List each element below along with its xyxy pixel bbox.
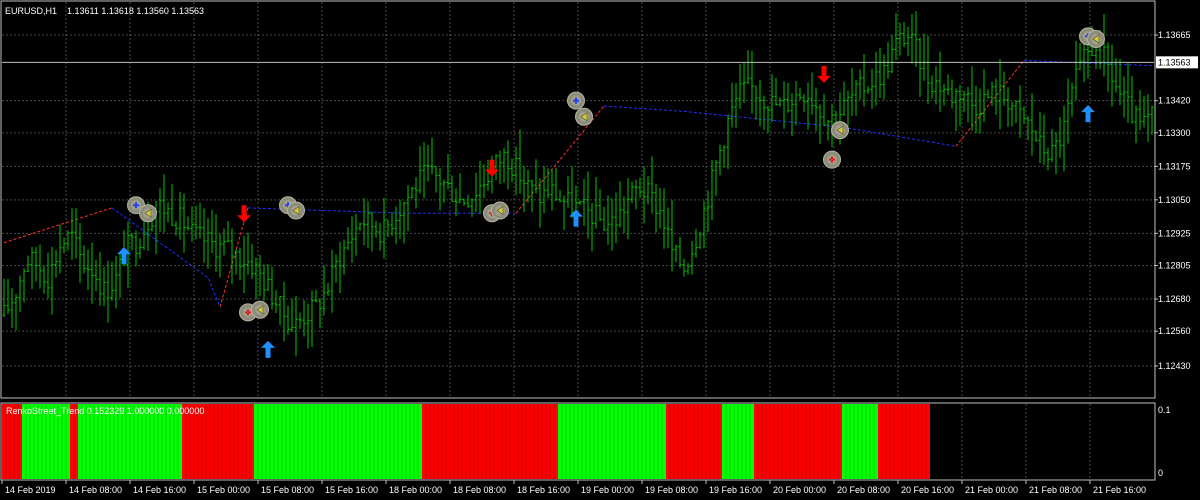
x-tick-label: 21 Feb 16:00	[1093, 485, 1146, 495]
x-tick-label: 20 Feb 08:00	[837, 485, 890, 495]
y-tick-label: 1.12560	[1158, 326, 1191, 336]
y-tick-label: 1.13665	[1158, 30, 1191, 40]
x-tick-label: 20 Feb 00:00	[773, 485, 826, 495]
trend-block-bull	[842, 404, 878, 479]
trend-block-bear	[754, 404, 842, 479]
x-tick-label: 20 Feb 16:00	[901, 485, 954, 495]
y-tick-label: 1.12430	[1158, 361, 1191, 371]
close-marker-icon	[831, 121, 849, 140]
x-tick-label: 18 Feb 08:00	[453, 485, 506, 495]
y-tick-label: 1.12805	[1158, 260, 1191, 270]
close-marker-icon	[139, 204, 157, 223]
close-marker-icon	[575, 107, 593, 126]
x-tick-label: 21 Feb 08:00	[1029, 485, 1082, 495]
current-price-tag: 1.13563	[1156, 56, 1198, 69]
close-marker-icon	[287, 201, 305, 220]
x-tick-label: 19 Feb 16:00	[709, 485, 762, 495]
current-price-label: 1.13563	[1158, 57, 1191, 67]
x-tick-label: 14 Feb 2019	[5, 485, 56, 495]
x-tick-label: 19 Feb 08:00	[645, 485, 698, 495]
indicator-scale-bottom: 0	[1158, 468, 1163, 478]
x-tick-label: 15 Feb 16:00	[325, 485, 378, 495]
y-tick-label: 1.13420	[1158, 96, 1191, 106]
y-tick-label: 1.12680	[1158, 294, 1191, 304]
x-tick-label: 18 Feb 16:00	[517, 485, 570, 495]
trend-block-bull	[722, 404, 754, 479]
sell-open-marker-icon	[823, 150, 841, 169]
y-tick-label: 1.13300	[1158, 128, 1191, 138]
buy-open-marker-icon	[567, 91, 585, 110]
x-tick-label: 21 Feb 00:00	[965, 485, 1018, 495]
trend-block-bull	[254, 404, 422, 479]
ohlc-readout: 1.13611 1.13618 1.13560 1.13563	[67, 6, 204, 16]
close-marker-icon	[251, 300, 269, 319]
price-chart[interactable]: 1.13665 1.13420 1.13300 1.13175 1.13050 1.129…	[0, 0, 1200, 500]
symbol-timeframe-label: EURUSD,H1	[5, 6, 57, 16]
y-tick-label: 1.13050	[1158, 195, 1191, 205]
x-tick-label: 15 Feb 08:00	[261, 485, 314, 495]
trend-block-bear	[878, 404, 930, 479]
trend-block-bull	[558, 404, 666, 479]
y-tick-label: 1.13175	[1158, 161, 1191, 171]
close-marker-icon	[491, 201, 509, 220]
close-marker-icon	[1087, 30, 1105, 49]
x-tick-label: 18 Feb 00:00	[389, 485, 442, 495]
x-tick-label: 14 Feb 08:00	[69, 485, 122, 495]
x-tick-label: 14 Feb 16:00	[133, 485, 186, 495]
y-tick-label: 1.12925	[1158, 228, 1191, 238]
trend-block-bear	[666, 404, 722, 479]
x-tick-label: 19 Feb 00:00	[581, 485, 634, 495]
x-tick-label: 15 Feb 00:00	[197, 485, 250, 495]
trend-block-bear	[422, 404, 558, 479]
indicator-readout: RenkoStreet_Trend 0.152329 1.000000 0.00…	[6, 406, 204, 416]
indicator-scale-top: 0.1	[1158, 405, 1171, 415]
